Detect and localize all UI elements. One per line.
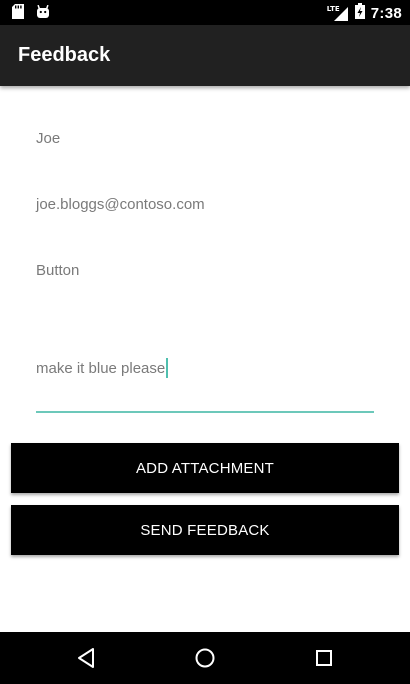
send-feedback-button[interactable]: SEND FEEDBACK [11, 505, 399, 555]
message-field[interactable]: make it blue please [36, 355, 374, 413]
message-field-text: make it blue please [36, 359, 166, 377]
status-left [12, 4, 50, 24]
feedback-screen: LTE 7:38 Feedback Joe joe.bloggs@contoso… [0, 0, 410, 684]
app-bar: Feedback [0, 25, 410, 86]
subject-field[interactable]: Button [36, 262, 79, 279]
message-field-underline [36, 411, 374, 413]
navigation-bar [0, 632, 410, 684]
battery-charging-icon [354, 3, 365, 24]
page-title: Feedback [18, 44, 111, 66]
message-field-content: make it blue please [36, 358, 169, 378]
back-icon[interactable] [74, 646, 98, 670]
text-cursor [166, 358, 169, 378]
add-attachment-button[interactable]: ADD ATTACHMENT [11, 443, 399, 493]
android-debug-icon [36, 4, 50, 24]
home-icon[interactable] [193, 646, 217, 670]
name-field[interactable]: Joe [36, 130, 60, 147]
sd-card-icon [12, 4, 24, 24]
signal-icon: LTE [326, 4, 349, 22]
network-type-label: LTE [326, 4, 340, 13]
status-right: LTE 7:38 [326, 3, 402, 24]
status-bar: LTE 7:38 [0, 0, 410, 25]
recents-icon[interactable] [312, 646, 336, 670]
status-time: 7:38 [370, 5, 402, 22]
email-field[interactable]: joe.bloggs@contoso.com [36, 196, 205, 213]
